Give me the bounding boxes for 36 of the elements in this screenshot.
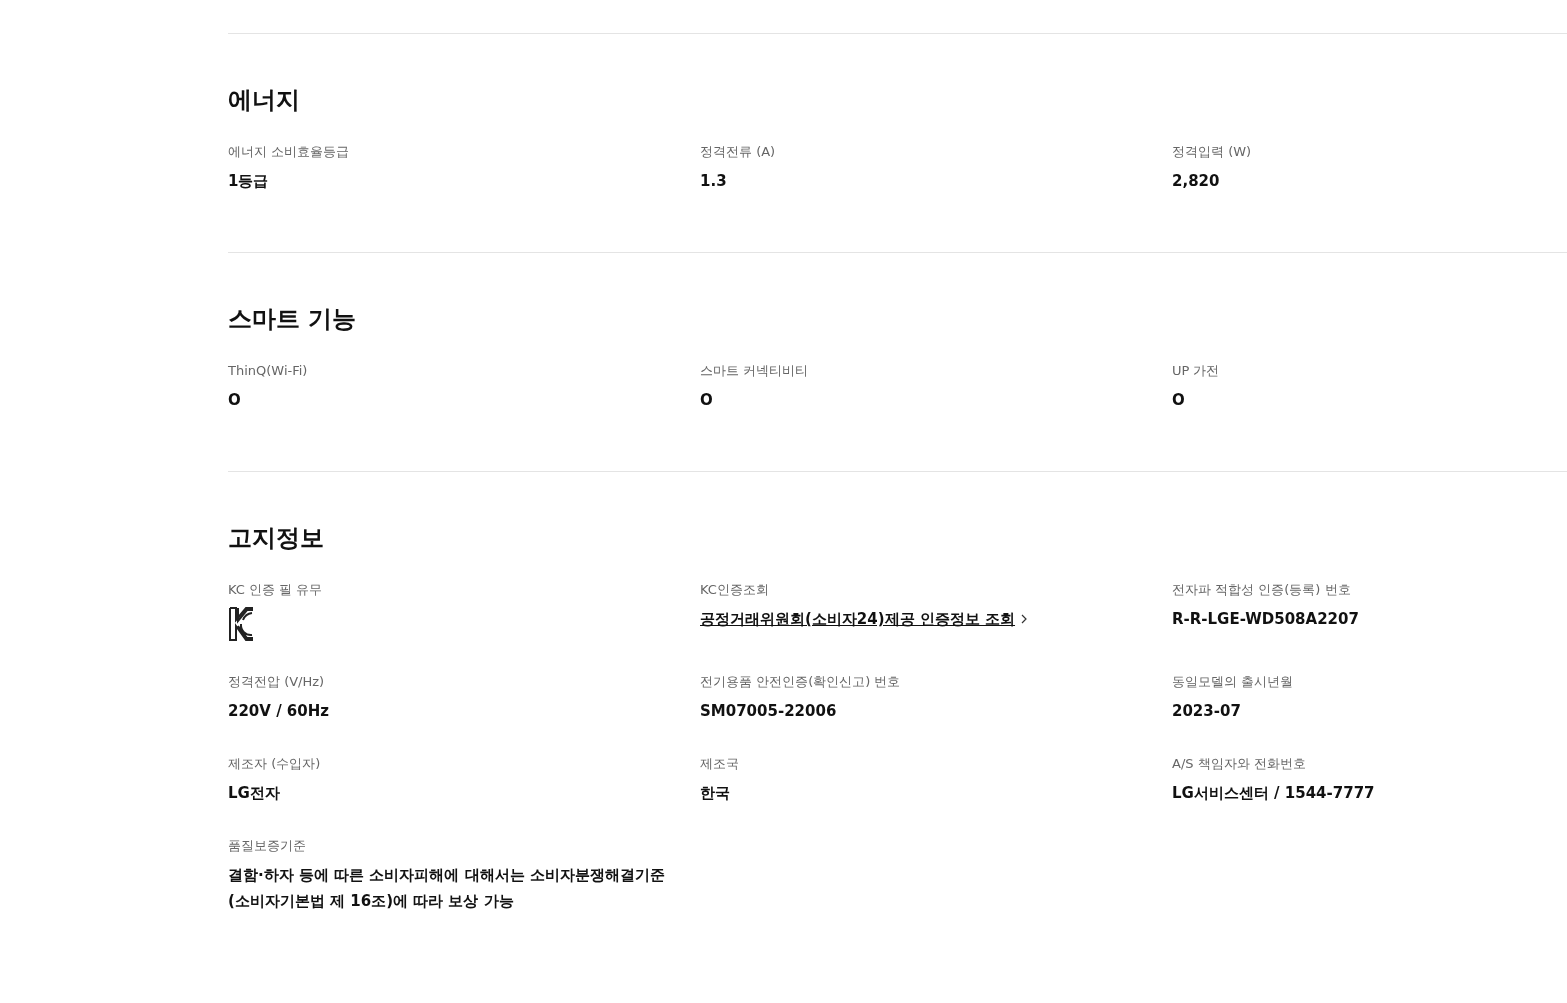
spec-label: KC 인증 필 유무 bbox=[228, 581, 323, 599]
spec-label: 전기용품 안전인증(확인신고) 번호 bbox=[700, 673, 901, 691]
spec-value: 1등급 bbox=[228, 171, 269, 192]
spec-label: KC인증조회 bbox=[700, 581, 769, 599]
spec-label: 제조국 bbox=[700, 755, 739, 773]
section-heading: 스마트 기능 bbox=[228, 304, 358, 335]
spec-label: 전자파 적합성 인증(등록) 번호 bbox=[1172, 581, 1351, 599]
spec-value: LG전자 bbox=[228, 783, 280, 804]
spec-label: 제조자 (수입자) bbox=[228, 755, 321, 773]
spec-value: SM07005-22006 bbox=[700, 701, 837, 722]
spec-label: 정격전압 (V/Hz) bbox=[228, 673, 325, 691]
spec-label: 품질보증기준 bbox=[228, 837, 306, 855]
spec-value: 한국 bbox=[700, 783, 730, 804]
spec-value: 2023-07 bbox=[1172, 701, 1241, 722]
spec-label: 정격입력 (W) bbox=[1172, 143, 1252, 161]
kc-mark-icon bbox=[228, 606, 254, 642]
certification-link[interactable]: 공정거래위원회(소비자24)제공 인증정보 조회 bbox=[700, 606, 1016, 632]
spec-value: O bbox=[1172, 390, 1185, 411]
spec-label: 정격전류 (A) bbox=[700, 143, 776, 161]
spec-label: 스마트 커넥티비티 bbox=[700, 362, 809, 380]
spec-value: 결함·하자 등에 따른 소비자피해에 대해서는 소비자분쟁해결기준 (소비자기본법 제 16조)에 따라 보상 가능 bbox=[228, 865, 666, 912]
spec-label: UP 가전 bbox=[1172, 362, 1220, 380]
spec-label: 에너지 소비효율등급 bbox=[228, 143, 350, 161]
spec-value: 2,820 bbox=[1172, 171, 1220, 192]
section-heading: 에너지 bbox=[228, 85, 301, 116]
chevron-right-icon[interactable] bbox=[1021, 614, 1028, 624]
spec-value: LG서비스센터 / 1544-7777 bbox=[1172, 783, 1375, 804]
spec-label: A/S 책임자와 전화번호 bbox=[1172, 755, 1306, 773]
section-heading: 고지정보 bbox=[228, 523, 325, 554]
spec-value: R-R-LGE-WD508A2207 bbox=[1172, 609, 1359, 630]
spec-label: 동일모델의 출시년월 bbox=[1172, 673, 1294, 691]
spec-value: O bbox=[700, 390, 713, 411]
spec-value: 220V / 60Hz bbox=[228, 701, 329, 722]
spec-label: ThinQ(Wi-Fi) bbox=[228, 362, 308, 380]
spec-value: 1.3 bbox=[700, 171, 727, 192]
spec-value: O bbox=[228, 390, 241, 411]
